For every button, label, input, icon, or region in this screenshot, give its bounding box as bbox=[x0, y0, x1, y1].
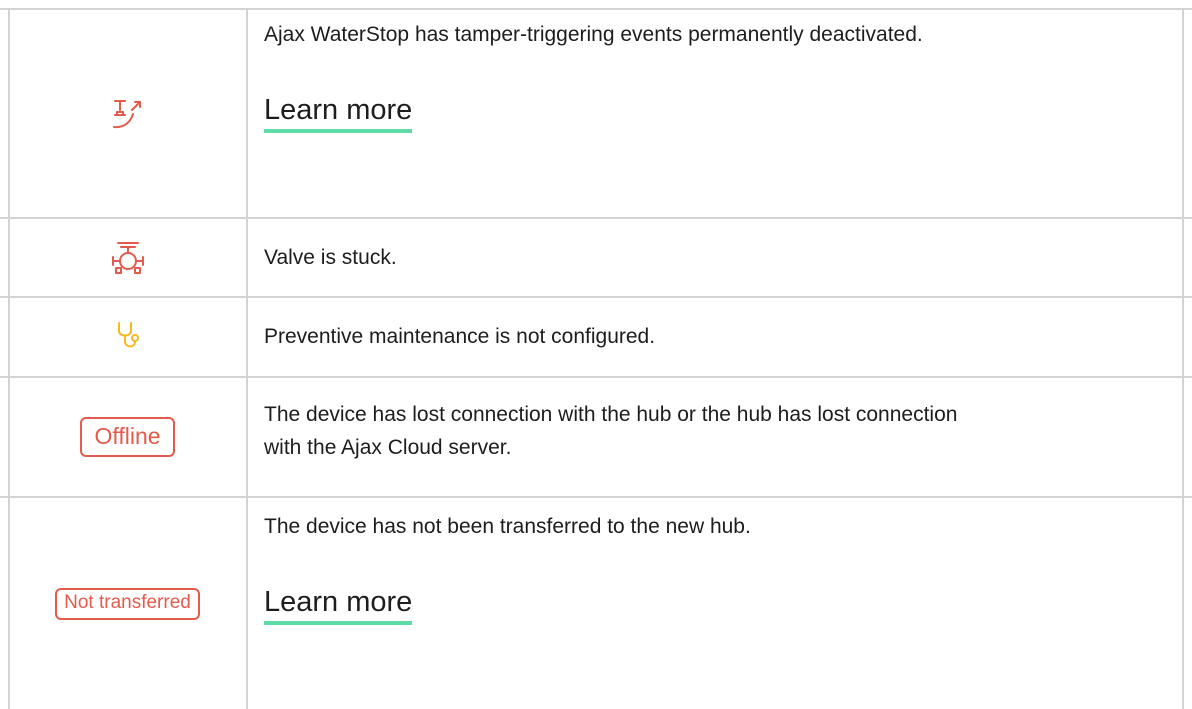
table-row: Valve is stuck. bbox=[0, 219, 1192, 296]
text-cell: Valve is stuck. bbox=[264, 241, 1174, 274]
row-description: The device has not been transferred to t… bbox=[264, 515, 751, 538]
icon-cell bbox=[9, 298, 246, 376]
text-cell: Ajax WaterStop has tamper-triggering eve… bbox=[264, 18, 1174, 133]
table-row: Ajax WaterStop has tamper-triggering eve… bbox=[0, 10, 1192, 217]
row-description: The device has lost connection with the … bbox=[264, 403, 958, 459]
text-cell: Preventive maintenance is not configured… bbox=[264, 320, 1174, 353]
not-transferred-badge: Not transferred bbox=[55, 587, 200, 620]
text-cell: The device has not been transferred to t… bbox=[264, 510, 1174, 625]
row-description: Preventive maintenance is not configured… bbox=[264, 325, 656, 348]
row-description: Ajax WaterStop has tamper-triggering eve… bbox=[264, 23, 923, 46]
row-description: Valve is stuck. bbox=[264, 246, 397, 269]
stethoscope-icon bbox=[108, 317, 148, 357]
offline-badge: Offline bbox=[80, 417, 175, 457]
table-row: Preventive maintenance is not configured… bbox=[0, 298, 1192, 376]
table-row: Not transferred The device has not been … bbox=[0, 498, 1192, 709]
icon-cell bbox=[9, 10, 246, 217]
valve-stuck-icon bbox=[108, 238, 148, 278]
text-cell: The device has lost connection with the … bbox=[264, 398, 1174, 464]
learn-more-link[interactable]: Learn more bbox=[264, 585, 413, 625]
status-table: Ajax WaterStop has tamper-triggering eve… bbox=[0, 0, 1192, 709]
icon-cell bbox=[9, 219, 246, 296]
table-row: Offline The device has lost connection w… bbox=[0, 378, 1192, 496]
icon-cell: Not transferred bbox=[9, 498, 246, 709]
learn-more-link[interactable]: Learn more bbox=[264, 93, 413, 133]
tamper-deactivated-icon bbox=[108, 94, 148, 134]
icon-cell: Offline bbox=[9, 378, 246, 496]
